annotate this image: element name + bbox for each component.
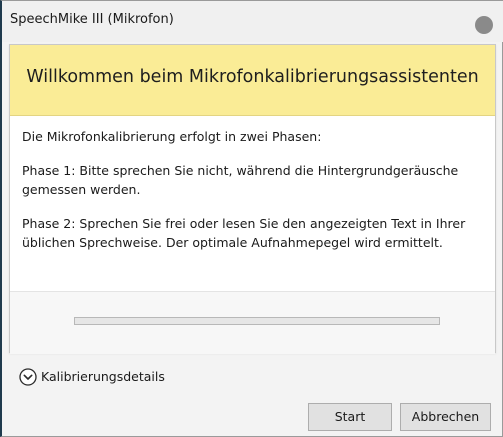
calibration-details-label: Kalibrierungsdetails: [41, 369, 165, 384]
calibration-progress-bar: [74, 317, 440, 325]
phase2-text: Phase 2: Sprechen Sie frei oder lesen Si…: [22, 216, 466, 250]
intro-text: Die Mikrofonkalibrierung erfolgt in zwei…: [22, 129, 322, 144]
instructions: Die Mikrofonkalibrierung erfolgt in zwei…: [22, 127, 490, 267]
phase1-text: Phase 1: Bitte sprechen Sie nicht, währe…: [22, 163, 459, 197]
title-bar[interactable]: SpeechMike III (Mikrofon): [2, 1, 503, 42]
cancel-button[interactable]: Abbrechen: [400, 403, 491, 431]
banner-title: Willkommen beim Mikrofonkalibrierungsass…: [26, 67, 479, 87]
window-title: SpeechMike III (Mikrofon): [10, 12, 174, 27]
welcome-banner: Willkommen beim Mikrofonkalibrierungsass…: [10, 45, 495, 116]
progress-area: [10, 291, 495, 354]
chevron-down-circle-icon: [19, 368, 37, 386]
start-button[interactable]: Start: [308, 403, 392, 431]
calibration-window: SpeechMike III (Mikrofon) Willkommen bei…: [0, 0, 503, 437]
wizard-panel: Willkommen beim Mikrofonkalibrierungsass…: [9, 44, 496, 354]
close-circle-icon[interactable]: [475, 16, 493, 34]
